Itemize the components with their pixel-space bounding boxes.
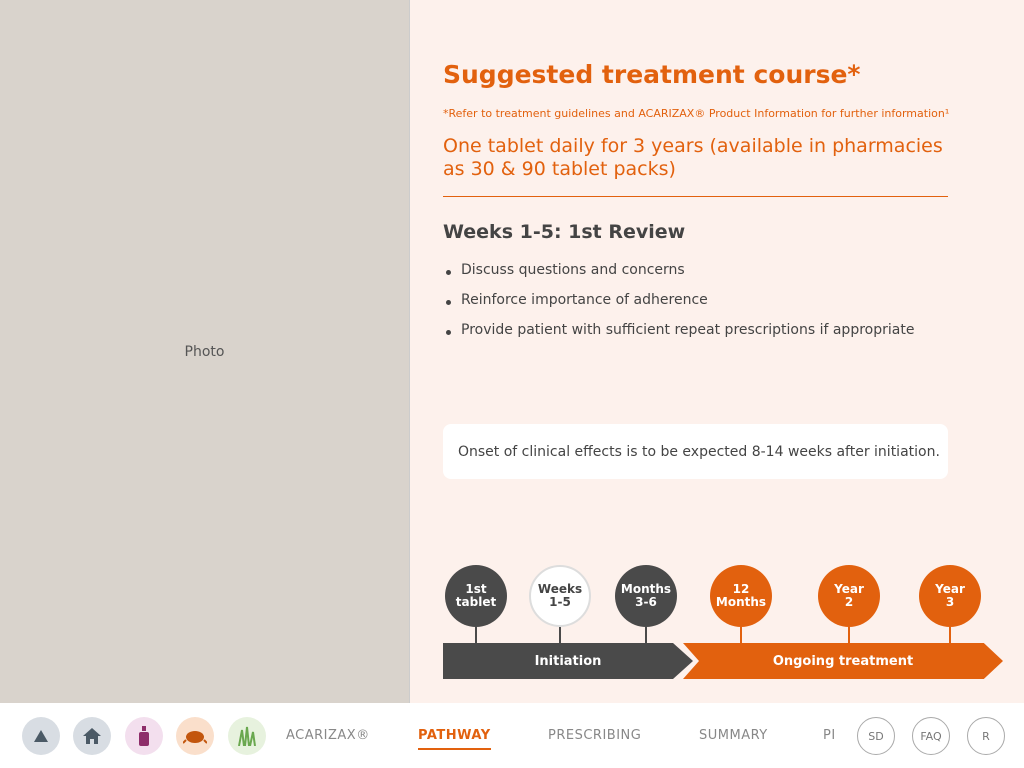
dose-text: One tablet daily for 3 years (available … (443, 135, 943, 180)
nav-pi[interactable]: PI (823, 703, 836, 768)
initiation-label: Initiation (534, 653, 602, 669)
timeline-node-year-2[interactable]: Year 2 (818, 565, 880, 627)
node-label: Months 3-6 (620, 582, 672, 609)
timeline-stem (848, 627, 850, 643)
bullet-item: Provide patient with sufficient repeat p… (443, 322, 914, 352)
timeline-node-12-months[interactable]: 12 Months (710, 565, 772, 627)
timeline-node-1st-tablet[interactable]: 1st tablet (445, 565, 507, 627)
review-bullets: Discuss questions and concerns Reinforce… (443, 262, 914, 352)
bullet-item: Reinforce importance of adherence (443, 292, 914, 322)
node-label: Year 2 (834, 582, 864, 609)
timeline-stem (475, 627, 477, 643)
r-label: R (982, 729, 990, 743)
nav-summary[interactable]: SUMMARY (699, 703, 768, 768)
photo-label: Photo (184, 343, 225, 360)
bullet-text: Reinforce importance of adherence (461, 292, 708, 308)
nav-pathway[interactable]: PATHWAY (418, 703, 491, 768)
bullet-text: Provide patient with sufficient repeat p… (461, 322, 915, 338)
timeline-node-weeks-1-5[interactable]: Weeks 1-5 (529, 565, 591, 627)
timeline-node-months-3-6[interactable]: Months 3-6 (615, 565, 677, 627)
node-label: 12 Months (715, 582, 767, 609)
perfume-bottle-icon[interactable] (125, 717, 163, 755)
sd-button[interactable]: SD (857, 717, 895, 755)
node-label: Weeks 1-5 (537, 582, 583, 609)
ongoing-arrow: Ongoing treatment (683, 643, 1003, 679)
node-label: 1st tablet (455, 582, 497, 609)
timeline-stem (559, 627, 561, 643)
page-title: Suggested treatment course* (443, 60, 861, 89)
bullet-dot-icon (446, 300, 451, 305)
faq-button[interactable]: FAQ (912, 717, 950, 755)
onset-note-text: Onset of clinical effects is to be expec… (458, 443, 940, 460)
timeline-stem (740, 627, 742, 643)
hero-photo: Photo (0, 0, 410, 703)
home-icon[interactable] (73, 717, 111, 755)
divider (443, 196, 948, 197)
triangle-up-icon[interactable] (22, 717, 60, 755)
nav-prescribing[interactable]: PRESCRIBING (548, 703, 641, 768)
node-label: Year 3 (935, 582, 965, 609)
nav-acarizax[interactable]: ACARIZAX® (286, 703, 370, 768)
onset-note: Onset of clinical effects is to be expec… (443, 424, 948, 479)
week-title: Weeks 1-5: 1st Review (443, 221, 686, 243)
bullet-dot-icon (446, 330, 451, 335)
treatment-timeline: 1st tablet Weeks 1-5 Months 3-6 12 Months Ye… (443, 565, 1008, 685)
reference-note: *Refer to treatment guidelines and ACARI… (443, 107, 950, 120)
r-button[interactable]: R (967, 717, 1005, 755)
timeline-stem (645, 627, 647, 643)
grass-icon[interactable] (228, 717, 266, 755)
bullet-item: Discuss questions and concerns (443, 262, 914, 292)
ongoing-label: Ongoing treatment (772, 653, 914, 669)
timeline-node-year-3[interactable]: Year 3 (919, 565, 981, 627)
bottom-nav: ACARIZAX® PATHWAY PRESCRIBING SUMMARY PI… (0, 703, 1024, 768)
initiation-arrow: Initiation (443, 643, 693, 679)
sd-label: SD (868, 729, 884, 743)
bullet-dot-icon (446, 270, 451, 275)
bullet-text: Discuss questions and concerns (461, 262, 685, 278)
dust-mite-icon[interactable] (176, 717, 214, 755)
timeline-stem (949, 627, 951, 643)
faq-label: FAQ (920, 729, 942, 743)
